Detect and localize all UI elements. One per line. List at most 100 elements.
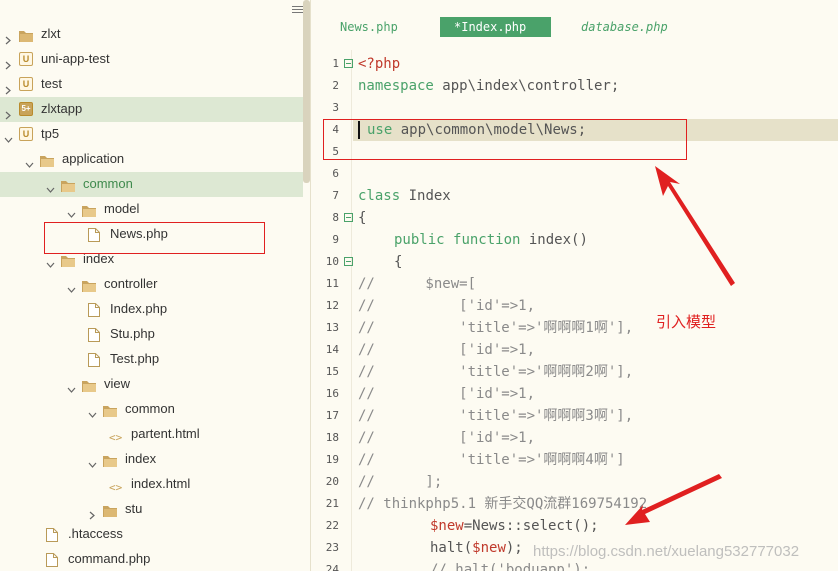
tree-item[interactable]: Utest <box>0 72 303 97</box>
tree-item[interactable]: model <box>0 197 303 222</box>
folder-icon <box>82 203 97 217</box>
chevron-down-icon[interactable] <box>46 180 55 193</box>
code-keyword: function <box>453 232 521 248</box>
fold-toggle-icon[interactable] <box>344 59 353 68</box>
tab-news-php[interactable]: News.php <box>340 17 398 37</box>
chevron-down-icon[interactable] <box>88 405 97 418</box>
tree-item-label: stu <box>125 501 143 516</box>
tree-item[interactable]: Index.php <box>0 297 303 322</box>
line-number: 17 <box>325 409 339 422</box>
chevron-right-icon[interactable] <box>4 105 13 120</box>
chevron-down-icon[interactable] <box>88 455 97 468</box>
line-number: 16 <box>325 387 339 400</box>
chevron-down-icon[interactable] <box>46 255 55 268</box>
svg-text:<>: <> <box>109 481 123 493</box>
folder-icon <box>82 378 97 392</box>
annotation-box-use-statement <box>323 119 687 160</box>
code-line: // ['id'=>1, <box>358 427 535 449</box>
file-icon <box>46 527 61 542</box>
chevron-down-icon[interactable] <box>4 130 13 143</box>
html-file-icon: <> <box>109 428 124 444</box>
tree-item[interactable]: index <box>0 447 303 472</box>
code-line: $new=News::select(); <box>430 515 599 537</box>
tree-item[interactable]: application <box>0 147 303 172</box>
tree-item[interactable]: Stu.php <box>0 322 303 347</box>
code-variable: $new <box>472 540 506 556</box>
chevron-right-icon[interactable] <box>88 505 97 520</box>
annotation-box-news-file <box>44 222 265 254</box>
code-line: // halt('boduapp'); <box>430 559 590 571</box>
line-number: 12 <box>325 299 339 312</box>
tree-item-label: zlxt <box>41 26 61 41</box>
tree-item[interactable]: common <box>0 397 303 422</box>
fold-toggle-icon[interactable] <box>344 257 353 266</box>
chevron-down-icon[interactable] <box>25 155 34 168</box>
code-line: halt($new); <box>430 537 523 559</box>
code-text: ); <box>505 540 523 556</box>
code-text: index() <box>520 232 588 248</box>
code-keyword: namespace <box>358 78 434 94</box>
line-number: 1 <box>332 57 339 70</box>
folder-icon <box>40 153 55 167</box>
chevron-right-icon[interactable] <box>4 55 13 70</box>
tree-item-label: model <box>104 201 140 216</box>
tree-item-label: index <box>125 451 157 466</box>
line-number: 20 <box>325 475 339 488</box>
tree-item[interactable]: zlxt <box>0 22 303 47</box>
tree-item[interactable]: Test.php <box>0 347 303 372</box>
code-text: Index <box>400 188 451 204</box>
project-icon: U <box>19 52 33 66</box>
code-comment: // thinkphp5.1 新手交QQ流群169754192 <box>358 496 648 512</box>
code-text: { <box>394 254 403 270</box>
line-number: 22 <box>325 519 339 532</box>
file-icon <box>88 352 103 367</box>
tree-item-label: controller <box>104 276 158 291</box>
folder-icon <box>103 403 118 417</box>
chevron-down-icon[interactable] <box>67 380 76 393</box>
code-line: // ]; <box>358 471 442 493</box>
code-comment: // 'title'=>'啊啊啊3啊'], <box>358 408 634 424</box>
code-line: // 'title'=>'啊啊啊1啊'], <box>358 317 633 339</box>
tree-item-label: view <box>104 376 131 391</box>
code-php-tag: <?php <box>358 56 401 72</box>
folder-icon <box>61 253 76 267</box>
tree-item[interactable]: <> index.html <box>0 472 303 497</box>
tab-database-php[interactable]: database.php <box>581 17 668 37</box>
chevron-right-icon[interactable] <box>4 30 13 45</box>
watermark: https://blog.csdn.net/xuelang532777032 <box>533 543 800 560</box>
tab-index-php[interactable]: *Index.php <box>440 17 551 37</box>
line-number: 9 <box>332 233 339 246</box>
folder-icon <box>103 503 118 517</box>
sidebar-scrollbar[interactable] <box>303 0 310 183</box>
file-icon <box>88 327 103 342</box>
code-keyword: public <box>394 232 445 248</box>
chevron-down-icon[interactable] <box>67 205 76 218</box>
chevron-right-icon[interactable] <box>4 80 13 95</box>
editor-tab-bar: News.php *Index.php database.php <box>312 0 838 50</box>
code-text: halt( <box>430 540 473 556</box>
code-line: { <box>358 207 366 229</box>
tree-item[interactable]: common <box>0 172 303 197</box>
code-line: // ['id'=>1, <box>358 295 535 317</box>
fold-toggle-icon[interactable] <box>344 213 353 222</box>
code-comment: // halt('boduapp'); <box>430 562 591 571</box>
tree-item-label: Stu.php <box>110 326 155 341</box>
tree-item[interactable]: view <box>0 372 303 397</box>
tree-item[interactable]: 5+ zlxtapp <box>0 97 303 122</box>
code-line: // $new=[ <box>358 273 476 295</box>
tree-item[interactable]: Uuni-app-test <box>0 47 303 72</box>
code-line: // 'title'=>'啊啊啊4啊'] <box>358 449 625 471</box>
line-number: 10 <box>325 255 339 268</box>
code-line: class Index <box>358 185 451 207</box>
code-comment: // 'title'=>'啊啊啊1啊'], <box>358 320 634 336</box>
tree-item[interactable]: .htaccess <box>0 522 303 547</box>
tree-item[interactable]: command.php <box>0 547 303 571</box>
tree-item[interactable]: Utp5 <box>0 122 303 147</box>
line-number: 23 <box>325 541 339 554</box>
tree-item[interactable]: stu <box>0 497 303 522</box>
chevron-down-icon[interactable] <box>67 280 76 293</box>
tree-item[interactable]: <> partent.html <box>0 422 303 447</box>
code-comment: // ['id'=>1, <box>358 386 536 402</box>
tree-item[interactable]: controller <box>0 272 303 297</box>
code-line: <?php <box>358 53 400 75</box>
